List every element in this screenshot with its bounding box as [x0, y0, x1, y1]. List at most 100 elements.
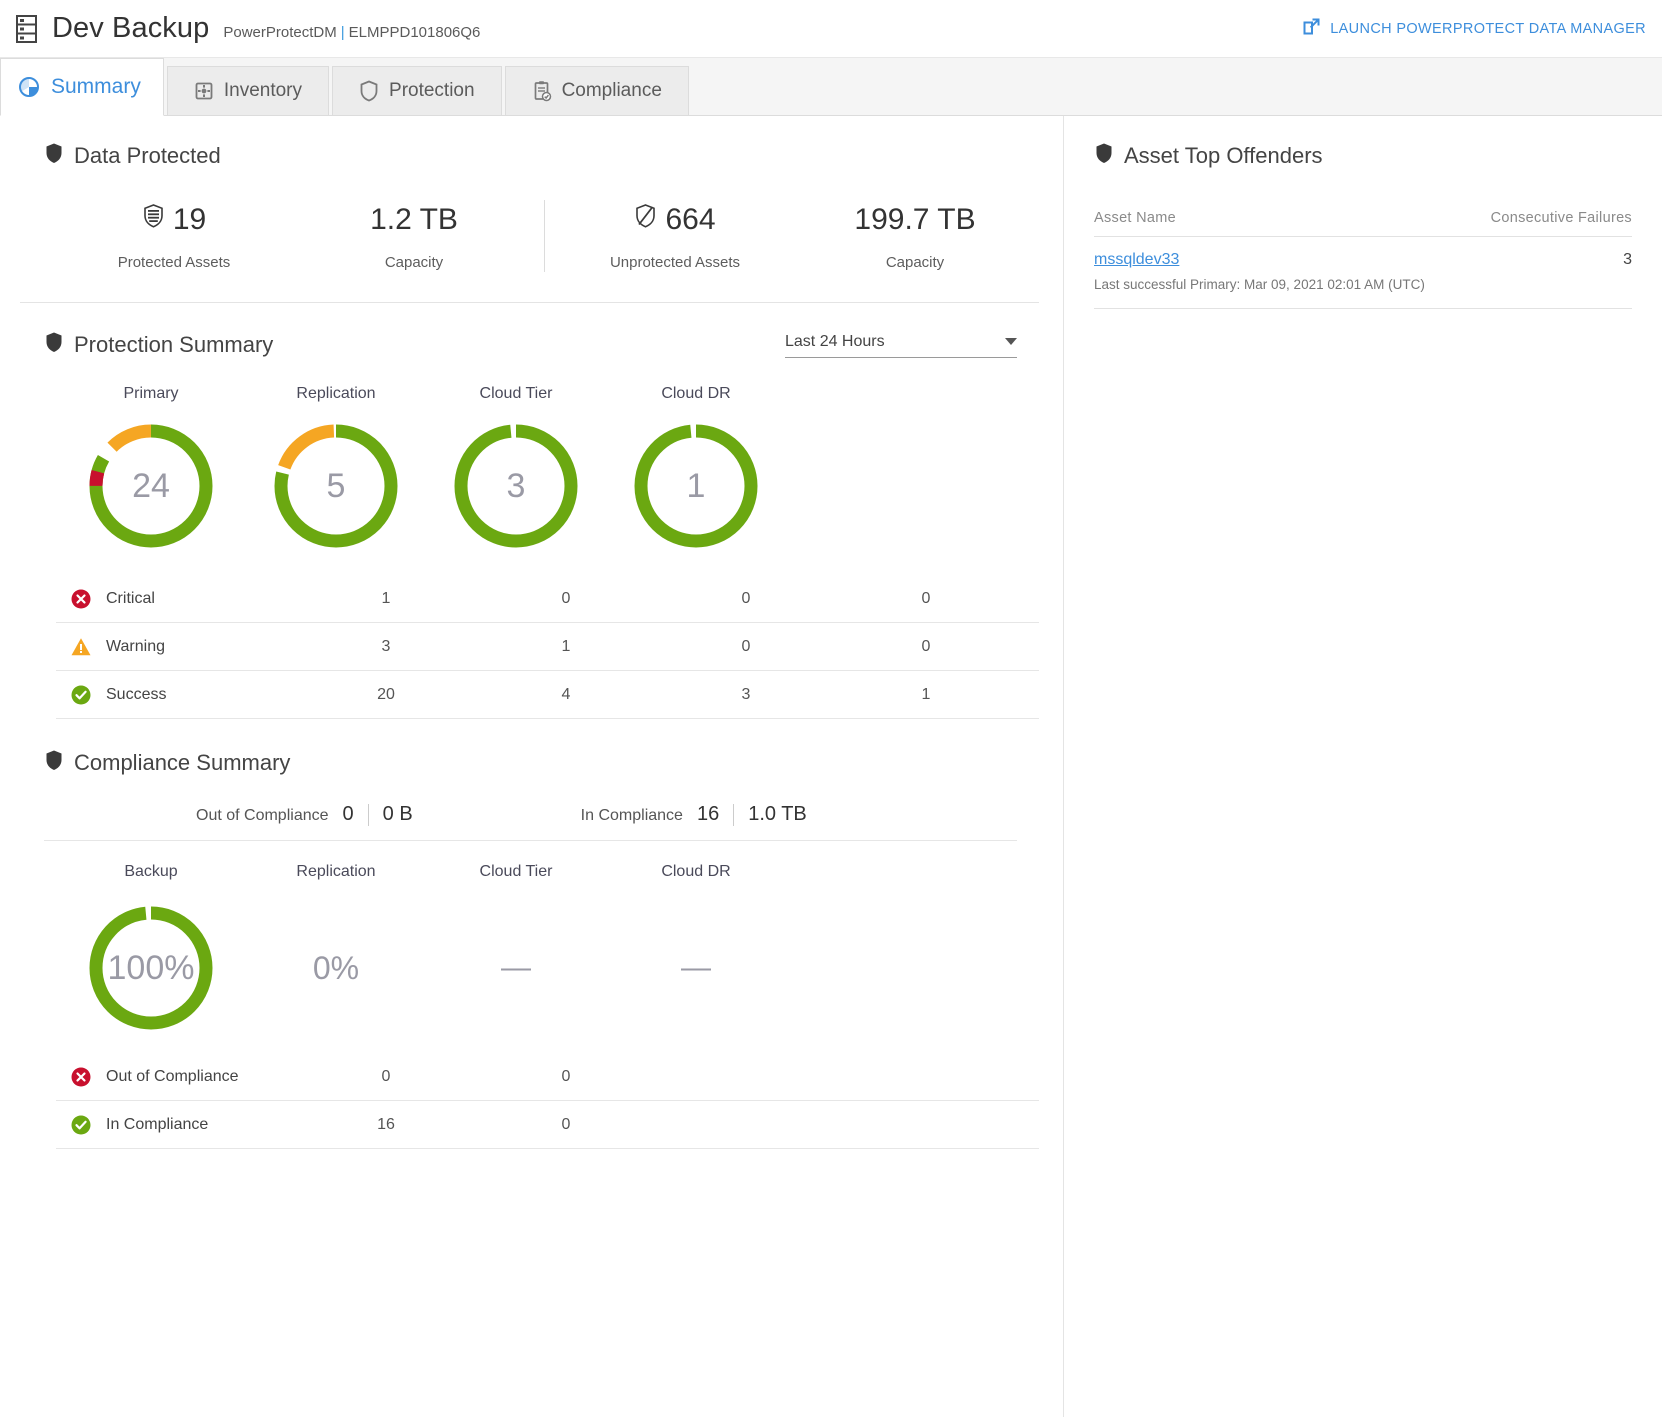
donut-primary-chart[interactable]: 24 — [84, 419, 218, 553]
stat-protected-capacity: 1.2 TB Capacity — [294, 200, 534, 271]
table-row: mssqldev33 3 Last successful Primary: Ma… — [1094, 237, 1632, 309]
unprotected-assets-label: Unprotected Assets — [609, 254, 741, 271]
gauge-backup-label: Backup — [124, 863, 178, 880]
warning-cloud-dr: 0 — [921, 637, 931, 655]
right-column: Asset Top Offenders Asset Name Consecuti… — [1064, 116, 1662, 1417]
tab-inventory[interactable]: Inventory — [166, 66, 330, 115]
error-circle-icon — [56, 588, 106, 610]
in-compliance-replication: 0 — [561, 1115, 571, 1133]
unprotected-capacity-label: Capacity — [885, 254, 945, 271]
unprotected-group: 664 Unprotected Assets 199.7 TB Capacity — [555, 200, 1035, 271]
gauge-backup: Backup 100% — [56, 863, 246, 1035]
out-of-compliance-total: Out of Compliance 0 0 B — [196, 803, 413, 826]
tab-summary-label: Summary — [51, 75, 141, 98]
status-label: Success — [106, 685, 167, 703]
donut-replication: Replication 5 — [246, 385, 426, 553]
asset-top-offenders-table: Asset Name Consecutive Failures mssqldev… — [1094, 210, 1632, 309]
stat-protected-assets: 19 Protected Assets — [54, 200, 294, 271]
tab-bar: Summary Inventory Protection Compliance — [0, 58, 1662, 116]
unprotected-capacity-value: 199.7 TB — [854, 203, 976, 236]
tab-protection[interactable]: Protection — [332, 66, 502, 115]
gauge-backup-value: 100% — [107, 948, 195, 987]
protection-summary-header: Protection Summary Last 24 Hours — [44, 331, 1039, 359]
value-divider — [367, 803, 369, 826]
launch-link-label: LAUNCH POWERPROTECT DATA MANAGER — [1330, 20, 1646, 37]
external-link-icon — [1302, 17, 1321, 40]
stat-unprotected-capacity: 199.7 TB Capacity — [795, 200, 1035, 271]
inventory-box-icon — [194, 81, 214, 101]
compliance-summary-section: Compliance Summary Out of Compliance 0 0… — [0, 719, 1063, 1149]
time-range-dropdown[interactable]: Last 24 Hours — [785, 333, 1017, 358]
protection-donut-row: Primary 24 Replication 5 Cloud Tier 3 Cl… — [44, 385, 1039, 553]
unprotected-assets-value-row: 664 — [555, 200, 795, 240]
launch-powerprotect-data-manager-link[interactable]: LAUNCH POWERPROTECT DATA MANAGER — [1302, 17, 1646, 40]
protected-group: 19 Protected Assets 1.2 TB Capacity — [54, 200, 534, 271]
donut-cloud-tier-wrap: 3 — [426, 419, 606, 553]
gauge-backup-chart[interactable]: 100% — [84, 901, 218, 1035]
page-body: Data Protected 19 Protected Assets 1.2 T… — [0, 116, 1662, 1417]
warning-cloud-tier: 0 — [741, 637, 751, 655]
donut-cloud-tier-chart[interactable]: 3 — [449, 419, 583, 553]
gauge-replication: Replication 0% — [246, 863, 426, 1035]
success-cloud-dr: 1 — [921, 685, 931, 703]
protection-summary-title: Protection Summary — [74, 332, 274, 357]
critical-cloud-dr: 0 — [921, 589, 931, 607]
compliance-summary-heading: Compliance Summary — [44, 749, 1039, 777]
table-row: Out of Compliance 0 0 — [56, 1053, 1039, 1101]
gauge-cloud-dr: Cloud DR — — [606, 863, 786, 1035]
protected-assets-label: Protected Assets — [117, 254, 231, 271]
data-protected-stats: 19 Protected Assets 1.2 TB Capacity 664 … — [44, 200, 1039, 272]
pie-chart-icon — [17, 75, 41, 99]
critical-primary: 1 — [381, 589, 391, 607]
donut-primary-wrap: 24 — [56, 419, 246, 553]
status-label: Out of Compliance — [106, 1067, 239, 1085]
in-compliance-label: In Compliance — [580, 807, 683, 824]
donut-primary-value: 24 — [132, 466, 170, 505]
out-of-compliance-backup: 0 — [381, 1067, 391, 1085]
asset-top-offenders-section: Asset Top Offenders Asset Name Consecuti… — [1064, 116, 1662, 309]
data-protected-heading: Data Protected — [44, 142, 1039, 170]
warning-primary: 3 — [381, 637, 391, 655]
shield-icon — [1094, 142, 1114, 170]
compliance-gauge-row: Backup 100% Replication 0% Cloud Tier — … — [44, 863, 1039, 1035]
donut-replication-value: 5 — [326, 466, 346, 505]
page-subtitle: PowerProtectDM | ELMPPD101806Q6 — [223, 24, 480, 41]
out-of-compliance-count: 0 — [342, 803, 354, 825]
error-circle-icon — [56, 1066, 106, 1088]
protected-capacity-label: Capacity — [384, 254, 444, 271]
donut-cloud-dr-wrap: 1 — [606, 419, 786, 553]
tab-inventory-label: Inventory — [223, 80, 303, 101]
tab-protection-label: Protection — [389, 80, 475, 101]
donut-cloud-dr-value: 1 — [686, 466, 706, 505]
success-cloud-tier: 3 — [741, 685, 751, 703]
donut-cloud-dr-chart[interactable]: 1 — [629, 419, 763, 553]
gauge-cloud-tier-label: Cloud Tier — [479, 863, 553, 880]
gauge-cloud-dr-value: — — [681, 951, 711, 984]
donut-cloud-tier: Cloud Tier 3 — [426, 385, 606, 553]
data-protected-title: Data Protected — [74, 143, 221, 168]
gauge-replication-label: Replication — [296, 863, 376, 880]
donut-cloud-dr: Cloud DR 1 — [606, 385, 786, 553]
success-check-icon — [56, 1114, 106, 1136]
donut-cloud-dr-label: Cloud DR — [661, 385, 731, 402]
protected-capacity-value: 1.2 TB — [370, 203, 458, 236]
success-replication: 4 — [561, 685, 571, 703]
asset-top-offenders-title: Asset Top Offenders — [1124, 143, 1323, 168]
data-protected-section: Data Protected 19 Protected Assets 1.2 T… — [0, 116, 1063, 272]
protection-summary-section: Protection Summary Last 24 Hours Primary — [0, 303, 1063, 719]
in-compliance-size: 1.0 TB — [748, 803, 807, 825]
tab-summary[interactable]: Summary — [0, 58, 164, 116]
critical-cloud-tier: 0 — [741, 589, 751, 607]
table-row: In Compliance 16 0 — [56, 1101, 1039, 1149]
shield-slash-icon — [634, 203, 657, 238]
success-primary: 20 — [377, 685, 395, 703]
asset-name-link[interactable]: mssqldev33 — [1094, 251, 1623, 269]
status-label: Warning — [106, 637, 165, 655]
subtitle-product: PowerProtectDM — [223, 23, 337, 41]
shield-icon — [359, 80, 379, 102]
gauge-cloud-dr-label: Cloud DR — [661, 863, 731, 880]
tab-compliance[interactable]: Compliance — [504, 66, 689, 115]
donut-replication-chart[interactable]: 5 — [269, 419, 403, 553]
tab-compliance-label: Compliance — [561, 80, 662, 101]
donut-replication-label: Replication — [296, 385, 376, 402]
